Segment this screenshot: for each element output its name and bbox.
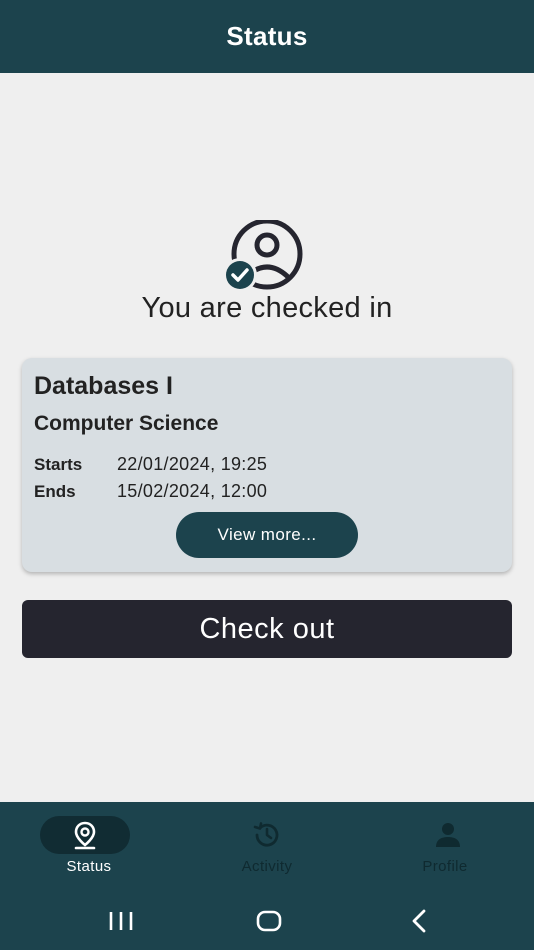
nav-label-status: Status xyxy=(66,858,112,875)
course-name: Databases I xyxy=(34,372,173,400)
app-bar: Status xyxy=(0,0,534,73)
department-name: Computer Science xyxy=(34,412,219,435)
ends-label: Ends xyxy=(34,482,76,501)
user-checked-icon xyxy=(222,220,308,292)
page-title: Status xyxy=(226,21,308,51)
screen: Status You are checked in Databases I Co… xyxy=(0,0,534,950)
checkout-button[interactable]: Check out xyxy=(22,600,512,658)
history-icon xyxy=(252,820,282,850)
recent-apps-icon[interactable] xyxy=(106,906,136,936)
person-icon xyxy=(433,820,463,850)
nav-label-profile: Profile xyxy=(422,858,468,875)
ends-value: 15/02/2024, 12:00 xyxy=(117,481,268,501)
nav-label-activity: Activity xyxy=(241,858,293,875)
starts-value: 22/01/2024, 19:25 xyxy=(117,454,268,474)
location-pin-icon xyxy=(70,820,100,850)
home-icon[interactable] xyxy=(254,906,284,936)
starts-label: Starts xyxy=(34,455,83,474)
system-navigation-bar xyxy=(0,892,534,950)
session-card: Databases I Computer Science Starts 22/0… xyxy=(22,358,512,572)
check-in-status: You are checked in xyxy=(141,292,393,324)
nav-item-status[interactable]: Status xyxy=(0,802,178,892)
back-icon[interactable] xyxy=(404,906,434,936)
bottom-navigation: Status Activity Profile xyxy=(0,802,534,892)
nav-item-activity[interactable]: Activity xyxy=(178,802,356,892)
view-more-button[interactable]: View more... xyxy=(176,512,358,558)
nav-item-profile[interactable]: Profile xyxy=(356,802,534,892)
